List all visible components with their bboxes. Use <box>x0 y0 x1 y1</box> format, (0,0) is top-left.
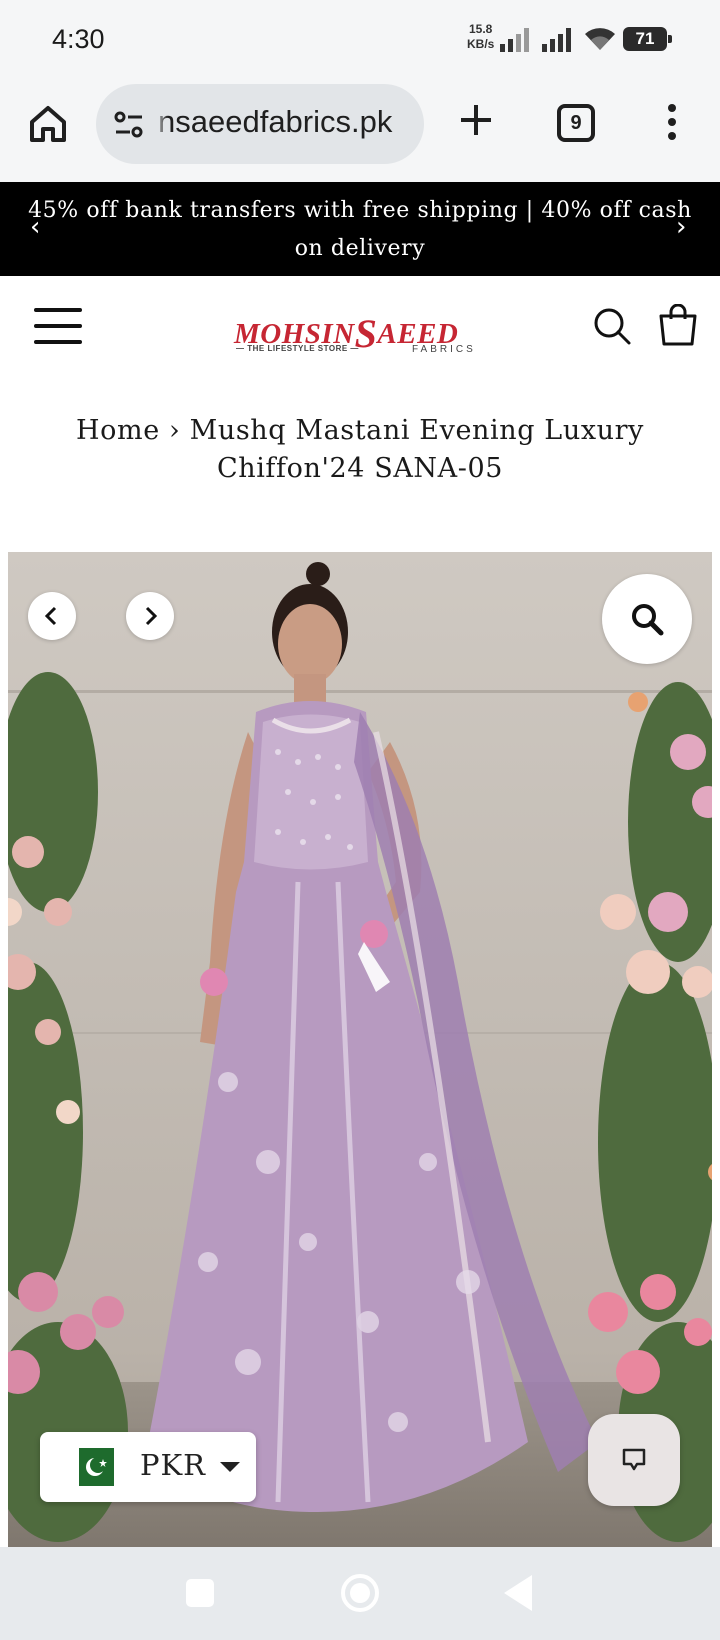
chevron-left-icon <box>44 606 57 626</box>
shopping-bag-icon[interactable] <box>658 304 698 346</box>
menu-icon[interactable] <box>34 308 82 344</box>
search-icon[interactable] <box>592 306 632 346</box>
brand-logo[interactable]: MOHSINSAEED — THE LIFESTYLE STORE — FABR… <box>234 294 490 360</box>
plus-icon[interactable] <box>458 102 494 138</box>
model-figure <box>148 562 598 1512</box>
status-bar: 4:30 15.8 KB/s 71 <box>0 0 720 78</box>
wifi-icon <box>585 28 615 50</box>
promo-text: 45% off bank transfers with free shippin… <box>28 198 692 261</box>
breadcrumb-home[interactable]: Home <box>76 415 160 446</box>
logo-tagline: — THE LIFESTYLE STORE — <box>236 344 359 353</box>
breadcrumb-separator: › <box>168 415 181 446</box>
network-speed-unit: KB/s <box>467 37 495 51</box>
site-header: MOHSINSAEED — THE LIFESTYLE STORE — FABR… <box>0 276 720 376</box>
currency-code: PKR <box>140 1448 207 1482</box>
tabs-icon[interactable]: 9 <box>557 104 595 142</box>
home-icon[interactable] <box>26 102 70 146</box>
network-speed-value: 15.8 <box>468 22 493 36</box>
product-image[interactable] <box>8 552 712 1547</box>
browser-toolbar: nsaeedfabrics.pk 9 <box>0 78 720 182</box>
chat-bubble-icon <box>622 1448 646 1471</box>
chevron-right-icon <box>145 606 158 626</box>
signal-icon <box>542 28 571 52</box>
home-nav-icon[interactable] <box>341 1574 379 1612</box>
tune-icon[interactable] <box>112 108 146 142</box>
pakistan-flag-icon <box>68 1448 114 1486</box>
breadcrumb: Home › Mushq Mastani Evening Luxury Chif… <box>40 412 680 488</box>
logo-fabrics: FABRICS <box>412 344 476 355</box>
image-zoom-button[interactable] <box>602 574 692 664</box>
chat-button[interactable] <box>588 1414 680 1506</box>
caret-down-icon <box>220 1462 240 1472</box>
network-speed: 15.8 KB/s <box>467 22 494 52</box>
url-fade <box>154 102 168 146</box>
flower-arrangement-left <box>8 672 128 1542</box>
back-icon[interactable] <box>504 1575 532 1611</box>
status-time: 4:30 <box>52 24 105 54</box>
url-text[interactable]: nsaeedfabrics.pk <box>158 104 414 140</box>
chevron-right-icon[interactable]: › <box>676 212 686 242</box>
breadcrumb-current: Mushq Mastani Evening Luxury Chiffon'24 … <box>189 415 644 484</box>
image-prev-button[interactable] <box>28 592 76 640</box>
signal-icon <box>500 28 529 52</box>
promo-banner: ‹ 45% off bank transfers with free shipp… <box>0 182 720 276</box>
recents-icon[interactable] <box>186 1579 214 1607</box>
search-icon <box>632 604 664 636</box>
address-bar[interactable]: nsaeedfabrics.pk <box>96 84 424 164</box>
system-nav-bar <box>0 1547 720 1640</box>
currency-selector[interactable]: PKR <box>40 1432 256 1502</box>
more-vert-icon[interactable] <box>664 104 680 144</box>
battery-indicator: 71 <box>623 27 672 51</box>
image-next-button[interactable] <box>126 592 174 640</box>
